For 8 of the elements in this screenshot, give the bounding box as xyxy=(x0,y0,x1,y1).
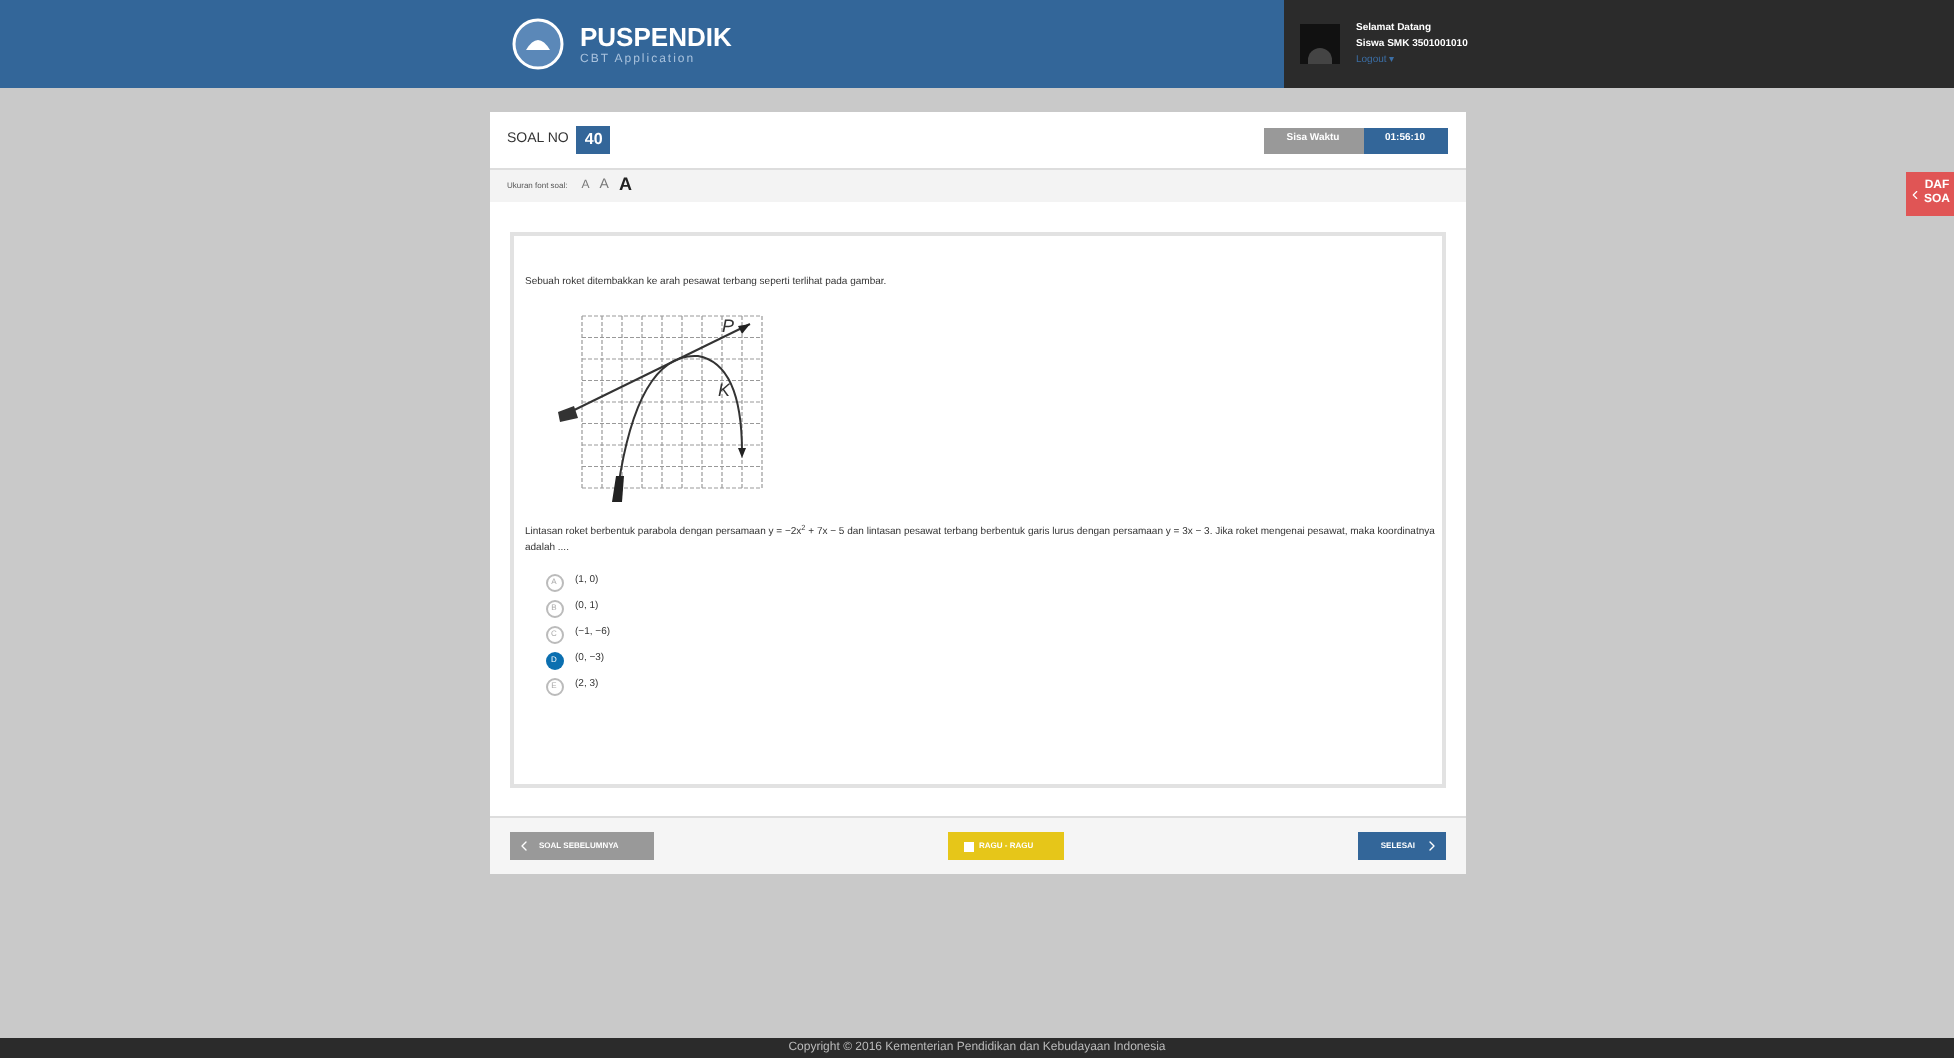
avatar-icon xyxy=(1300,24,1340,64)
question-number: 40 xyxy=(576,126,611,154)
chevron-left-icon xyxy=(1908,187,1922,201)
rocket-trajectory-drawing: P K xyxy=(557,311,781,503)
logo-icon xyxy=(512,18,564,70)
font-size-option[interactable]: A xyxy=(618,172,632,200)
brand-name: PUSPENDIK xyxy=(580,23,732,49)
doubt-checkbox[interactable] xyxy=(963,841,973,851)
